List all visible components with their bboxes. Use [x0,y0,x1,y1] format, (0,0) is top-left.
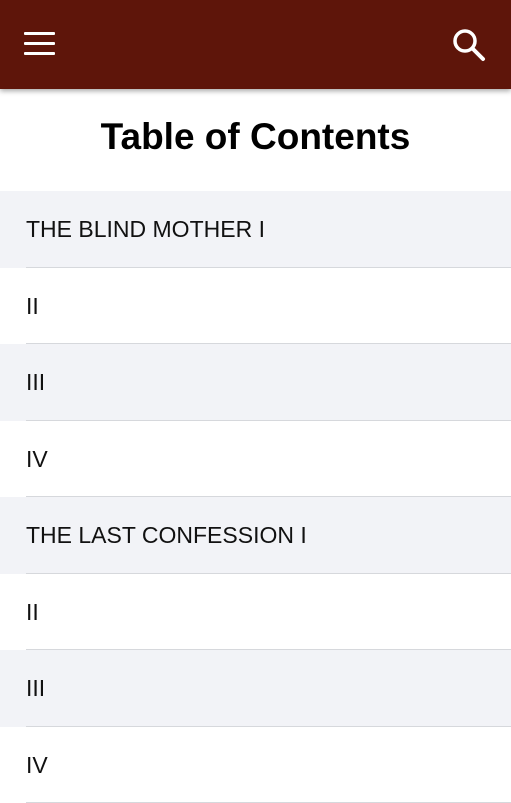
toc-item[interactable]: II [0,574,511,651]
toc-item[interactable]: II [0,268,511,345]
toc-item[interactable]: THE BLIND MOTHER I [0,191,511,268]
search-icon [448,24,490,66]
toc-item[interactable]: III [0,344,511,421]
toc-item[interactable]: III [0,650,511,727]
page-title: Table of Contents [0,89,511,165]
toc-item[interactable]: IV [0,727,511,803]
toc-item[interactable]: IV [0,421,511,498]
toc-item[interactable]: THE LAST CONFESSION I [0,497,511,574]
search-button[interactable] [448,24,490,66]
toc-list: THE BLIND MOTHER I II III IV THE LAST CO… [0,191,511,803]
menu-button[interactable] [22,30,58,60]
app-bar [0,0,511,89]
